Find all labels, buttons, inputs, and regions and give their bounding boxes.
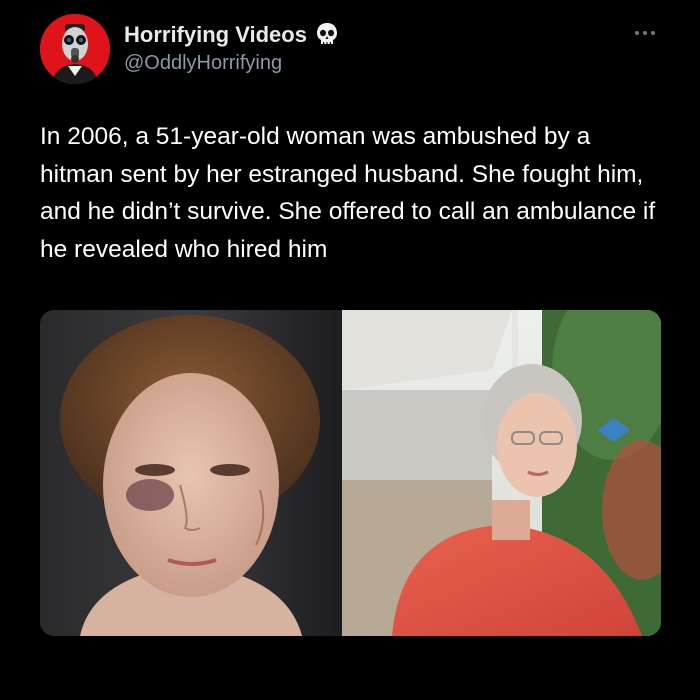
woman-on-porch-photo[interactable] [342, 310, 661, 636]
more-dot-icon [635, 31, 639, 35]
more-dot-icon [643, 31, 647, 35]
avatar[interactable] [40, 14, 110, 84]
post-media[interactable] [40, 310, 661, 636]
post-header: Horrifying Videos @OddlyHorrifying [40, 14, 660, 84]
author-info: Horrifying Videos @OddlyHorrifying [124, 22, 339, 75]
skull-icon [315, 22, 339, 48]
more-options-button[interactable] [630, 28, 660, 38]
post-text: In 2006, a 51-year-old woman was ambushe… [40, 123, 656, 263]
injured-woman-photo[interactable] [40, 310, 342, 636]
user-handle[interactable]: @OddlyHorrifying [124, 52, 339, 75]
gasmask-figure-icon [40, 14, 110, 84]
more-dot-icon [651, 31, 655, 35]
display-name[interactable]: Horrifying Videos [124, 22, 307, 48]
